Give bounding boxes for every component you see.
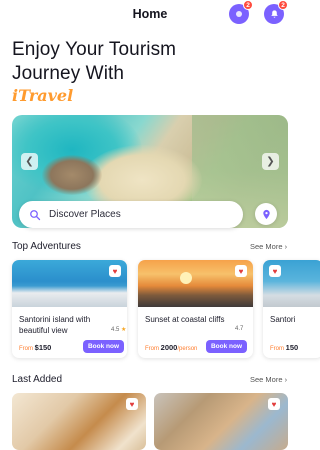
banner-prev-button[interactable]: ❮ — [21, 153, 38, 170]
search-icon — [30, 209, 41, 220]
last-added-see-more[interactable]: See More › — [250, 375, 287, 384]
banner-image-rocks — [42, 155, 102, 195]
card-price: From 2000/person — [145, 343, 198, 352]
hero-title: Enjoy Your Tourism Journey With — [12, 38, 176, 86]
page-title: Home — [132, 7, 168, 21]
location-pin-icon — [262, 209, 270, 219]
profile-icon — [236, 11, 242, 17]
card-title: Santorini island with beautiful view — [19, 315, 91, 335]
adventure-card[interactable]: ♥ Santori From 150 — [263, 260, 320, 358]
heart-icon[interactable]: ♥ — [268, 398, 280, 410]
last-added-title: Last Added — [12, 374, 63, 385]
top-header: Home 2 2 — [0, 0, 300, 30]
card-price: From 150 — [270, 343, 299, 352]
last-added-card[interactable]: ♥ — [12, 393, 146, 450]
heart-icon[interactable]: ♥ — [235, 265, 247, 277]
chevron-right-icon: ❯ — [266, 156, 275, 167]
brand-name: iTravel — [12, 86, 74, 105]
card-rating: 4.5 ★ — [111, 327, 127, 333]
top-adventures-title: Top Adventures — [12, 241, 81, 252]
heart-icon[interactable]: ♥ — [269, 265, 281, 277]
book-now-button[interactable]: Book now — [83, 340, 124, 353]
notification-button[interactable]: 2 — [264, 0, 288, 24]
card-title: Santori — [270, 315, 296, 324]
top-adventures-see-more[interactable]: See More › — [250, 242, 287, 251]
hero-title-line1: Enjoy Your Tourism — [12, 39, 177, 60]
card-title: Sunset at coastal cliffs — [145, 315, 225, 324]
adventure-card[interactable]: ♥ Santorini island with beautiful view 4… — [12, 260, 127, 358]
last-added-card[interactable]: ♥ — [154, 393, 288, 450]
card-price: From $150 — [19, 343, 52, 352]
card-rating: 4.7 — [235, 326, 244, 332]
profile-button[interactable]: 2 — [229, 0, 253, 24]
search-input[interactable]: Discover Places — [49, 209, 121, 220]
banner-next-button[interactable]: ❯ — [262, 153, 279, 170]
book-now-button[interactable]: Book now — [206, 340, 247, 353]
profile-badge: 2 — [243, 0, 253, 10]
star-icon: ★ — [121, 327, 127, 333]
hero-title-line2: Journey With — [12, 63, 125, 84]
location-button[interactable] — [255, 203, 277, 225]
chevron-left-icon: ❮ — [25, 156, 34, 167]
notification-badge: 2 — [278, 0, 288, 10]
adventure-card[interactable]: ♥ Sunset at coastal cliffs 4.7 From 2000… — [138, 260, 253, 358]
search-bar[interactable]: Discover Places — [19, 201, 243, 228]
heart-icon[interactable]: ♥ — [109, 265, 121, 277]
heart-icon[interactable]: ♥ — [126, 398, 138, 410]
bell-icon — [270, 9, 278, 18]
